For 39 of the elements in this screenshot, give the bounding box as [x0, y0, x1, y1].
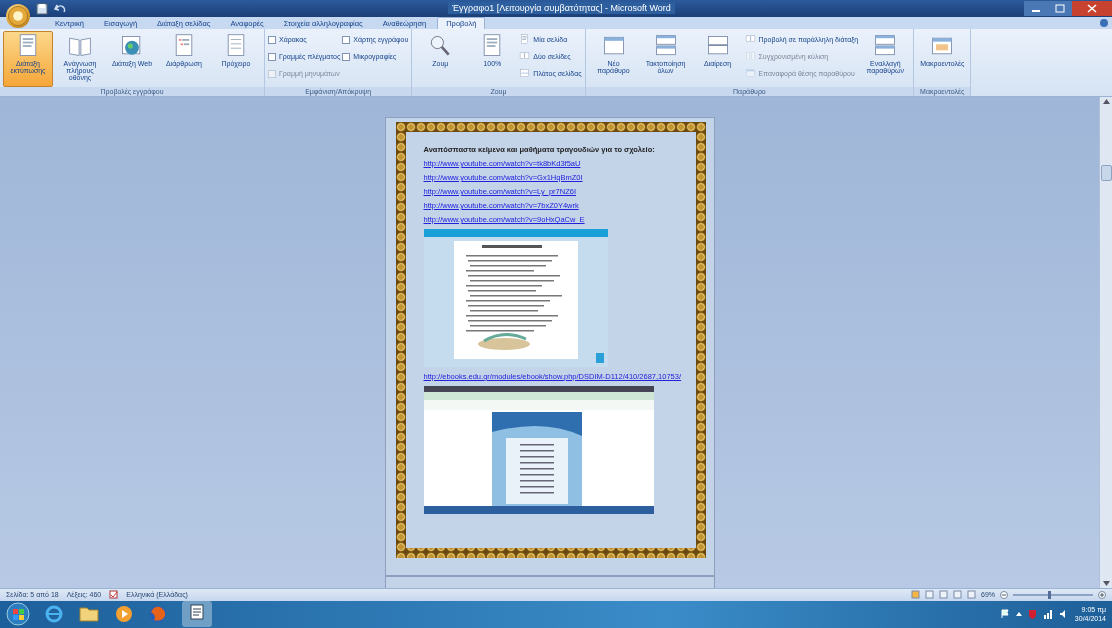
- proofing-icon[interactable]: [109, 590, 119, 600]
- flag-icon[interactable]: [999, 609, 1010, 620]
- save-icon[interactable]: [36, 2, 48, 15]
- help-icon[interactable]: [1100, 19, 1108, 27]
- window-title: Έγγραφο1 [Λειτουργία συμβατότητας] - Microsoft Word: [448, 2, 675, 14]
- document-icon[interactable]: [188, 603, 206, 622]
- print-layout-icon[interactable]: [911, 590, 920, 600]
- two-pages-icon: [744, 34, 756, 45]
- undo-icon[interactable]: [54, 2, 66, 15]
- scroll-up-icon[interactable]: [1102, 99, 1110, 104]
- zoom-slider[interactable]: [1013, 593, 1093, 596]
- web-layout-icon[interactable]: [939, 590, 948, 600]
- outline-icon[interactable]: [953, 590, 962, 600]
- office-button[interactable]: [6, 4, 30, 28]
- scroll-down-icon[interactable]: [1102, 581, 1110, 586]
- slider-thumb[interactable]: [1047, 590, 1051, 599]
- page-width-icon: [519, 68, 531, 79]
- scroll-thumb[interactable]: [1100, 164, 1112, 181]
- folder-icon[interactable]: [78, 604, 100, 625]
- two-pages-icon: [519, 51, 531, 62]
- network-icon[interactable]: [1042, 609, 1053, 620]
- minimize-button[interactable]: [1024, 1, 1048, 16]
- window-icon: [744, 68, 756, 79]
- checkbox[interactable]: [342, 35, 351, 44]
- start-button[interactable]: [6, 602, 30, 627]
- draft-icon[interactable]: [967, 590, 976, 600]
- page-icon: [519, 34, 531, 45]
- reading-icon[interactable]: [925, 590, 934, 600]
- media-player-icon[interactable]: [114, 604, 134, 625]
- checkbox[interactable]: [268, 35, 276, 44]
- sync-scroll-icon: [744, 51, 756, 62]
- zoom-in-icon[interactable]: [1098, 590, 1106, 599]
- zoom-out-icon[interactable]: [1000, 590, 1008, 599]
- close-button[interactable]: [1072, 1, 1112, 16]
- maximize-button[interactable]: [1048, 1, 1072, 16]
- checkbox[interactable]: [342, 52, 351, 61]
- vertical-scrollbar[interactable]: [1099, 97, 1112, 588]
- checkbox[interactable]: [268, 52, 276, 61]
- show-hidden-icon[interactable]: [1015, 611, 1022, 618]
